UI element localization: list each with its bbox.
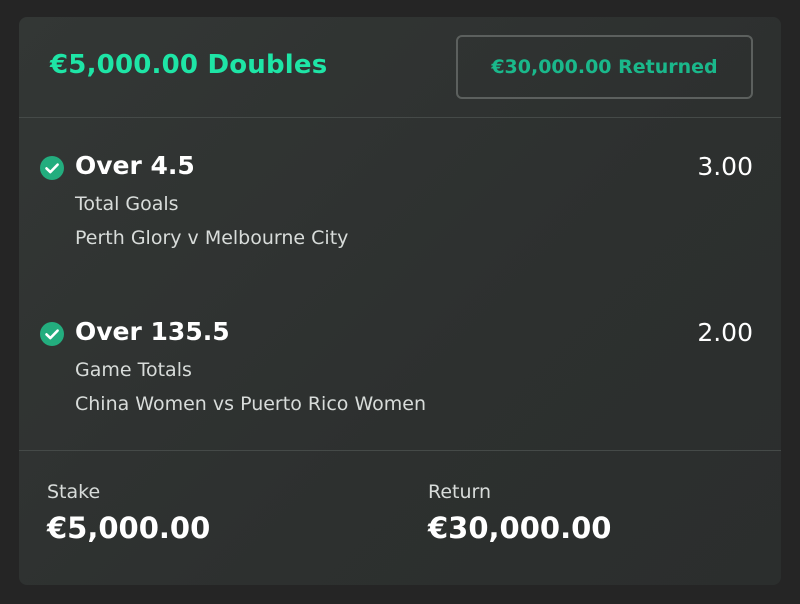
bet-header: €5,000.00 Doubles €30,000.00 Returned [19,17,781,118]
return-label: Return [428,481,492,503]
bet-card: €5,000.00 Doubles €30,000.00 Returned Ov… [19,17,781,585]
selection-name: Over 4.5 [75,151,195,180]
returned-badge-button[interactable]: €30,000.00 Returned [456,35,753,99]
selection-item: Over 4.5 3.00 Total Goals Perth Glory v … [19,147,781,257]
check-circle-icon [40,156,64,180]
bet-footer: Stake €5,000.00 Return €30,000.00 [19,450,781,585]
return-value: €30,000.00 [428,511,612,545]
selection-event: Perth Glory v Melbourne City [75,227,349,249]
selection-odds: 3.00 [697,152,753,181]
stake-label: Stake [47,481,101,503]
stake-value: €5,000.00 [47,511,211,545]
selection-market: Game Totals [75,359,192,381]
selection-item: Over 135.5 2.00 Game Totals China Women … [19,313,781,423]
check-circle-icon [40,322,64,346]
selection-odds: 2.00 [697,318,753,347]
bet-title: €5,000.00 Doubles [50,50,328,80]
selection-event: China Women vs Puerto Rico Women [75,393,426,415]
selection-name: Over 135.5 [75,317,230,346]
selection-market: Total Goals [75,193,179,215]
